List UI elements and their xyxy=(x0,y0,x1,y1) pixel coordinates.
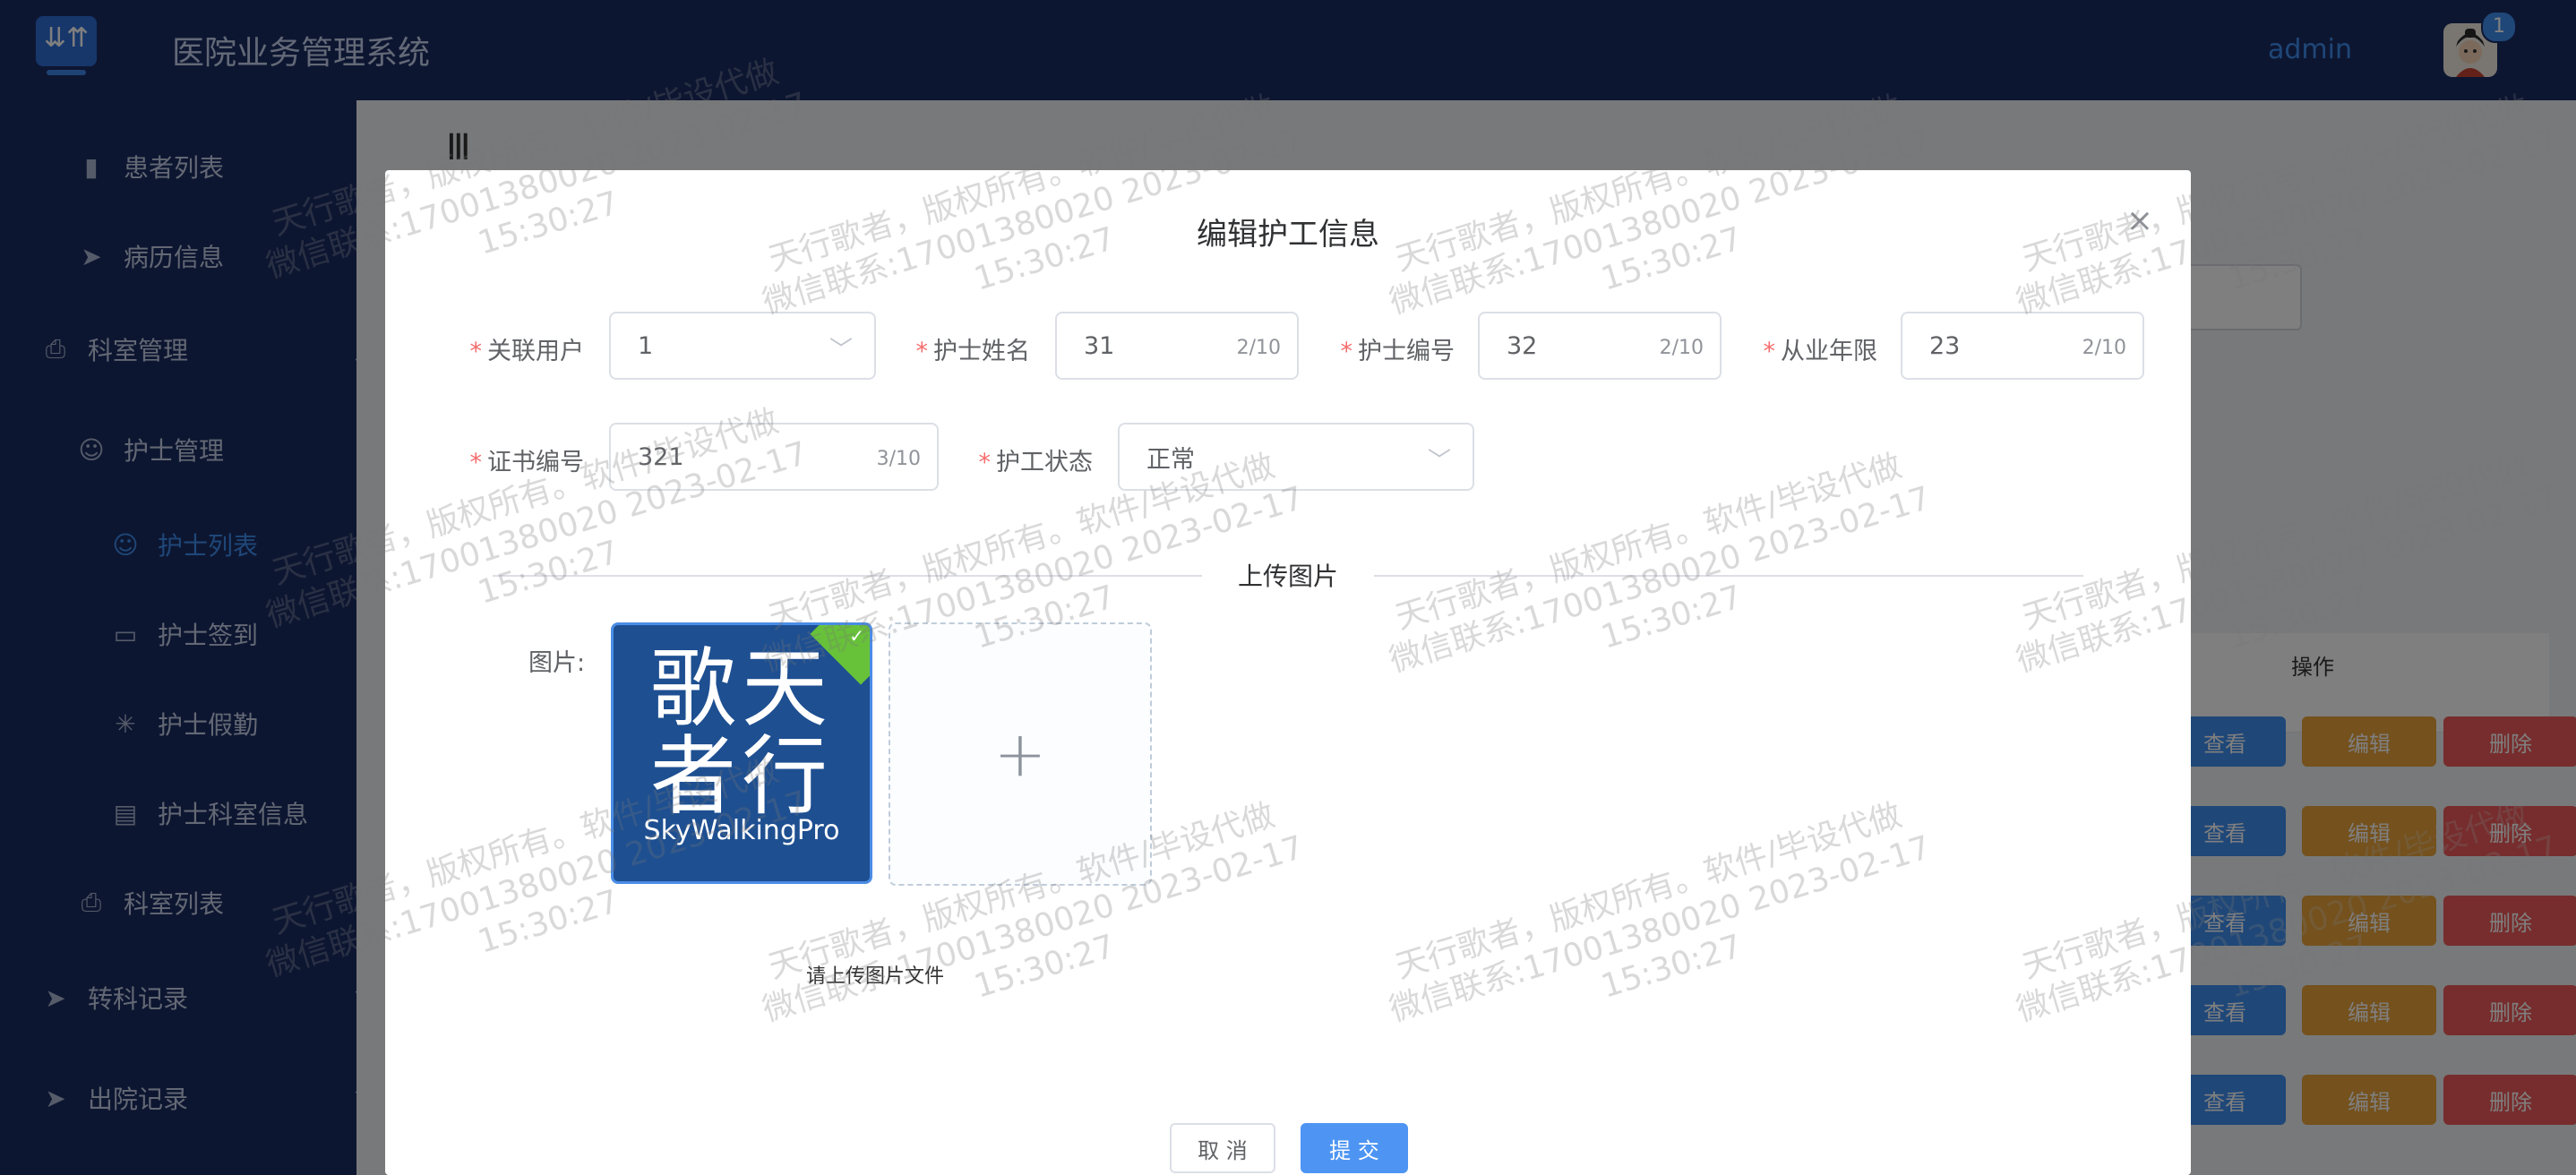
chevron-down-icon: ﹀ xyxy=(829,337,853,364)
field-label-number: * 护士编号 xyxy=(1340,338,1455,365)
upload-plus-button[interactable]: + xyxy=(889,622,1152,886)
nurse-number-input[interactable]: 32 2/10 xyxy=(1478,312,1722,380)
upload-tip: 请上传图片文件 xyxy=(806,965,945,988)
field-label-status: * 护工状态 xyxy=(978,449,1094,476)
image-label: 图片: xyxy=(528,649,586,677)
char-count: 3/10 xyxy=(876,448,921,470)
years-input[interactable]: 23 2/10 xyxy=(1901,312,2144,380)
check-icon: ✓ xyxy=(849,625,864,647)
field-label-years: * 从业年限 xyxy=(1763,338,1878,365)
edit-nurse-dialog: 编辑护工信息 × * 关联用户 1 ﹀ * 护士姓名 31 2/10 * 护士编号 3… xyxy=(385,170,2191,1175)
field-label-cert: * 证书编号 xyxy=(469,449,585,476)
cert-number-input[interactable]: 321 3/10 xyxy=(609,423,939,491)
char-count: 2/10 xyxy=(1659,337,1704,359)
close-icon[interactable]: × xyxy=(2126,202,2153,239)
char-count: 2/10 xyxy=(2082,337,2126,359)
status-select[interactable]: 正常 ﹀ xyxy=(1118,423,1474,491)
thumbnail-caption: SkyWalkingPro xyxy=(643,815,840,846)
plus-icon: + xyxy=(993,717,1047,791)
cancel-button[interactable]: 取 消 xyxy=(1170,1123,1275,1173)
section-title: 上传图片 xyxy=(385,557,2191,593)
thumbnail-logo-text: 歌天 者行 xyxy=(650,639,833,827)
user-select[interactable]: 1 ﹀ xyxy=(609,312,876,380)
field-label-name: * 护士姓名 xyxy=(915,338,1031,365)
field-label-user: * 关联用户 xyxy=(469,338,585,365)
uploaded-image-thumbnail[interactable]: 歌天 者行 SkyWalkingPro ✓ xyxy=(611,622,872,884)
chevron-down-icon: ﹀ xyxy=(1427,448,1451,475)
submit-button[interactable]: 提 交 xyxy=(1301,1123,1408,1173)
char-count: 2/10 xyxy=(1236,337,1281,359)
nurse-name-input[interactable]: 31 2/10 xyxy=(1055,312,1299,380)
dialog-title: 编辑护工信息 xyxy=(1197,217,1379,253)
